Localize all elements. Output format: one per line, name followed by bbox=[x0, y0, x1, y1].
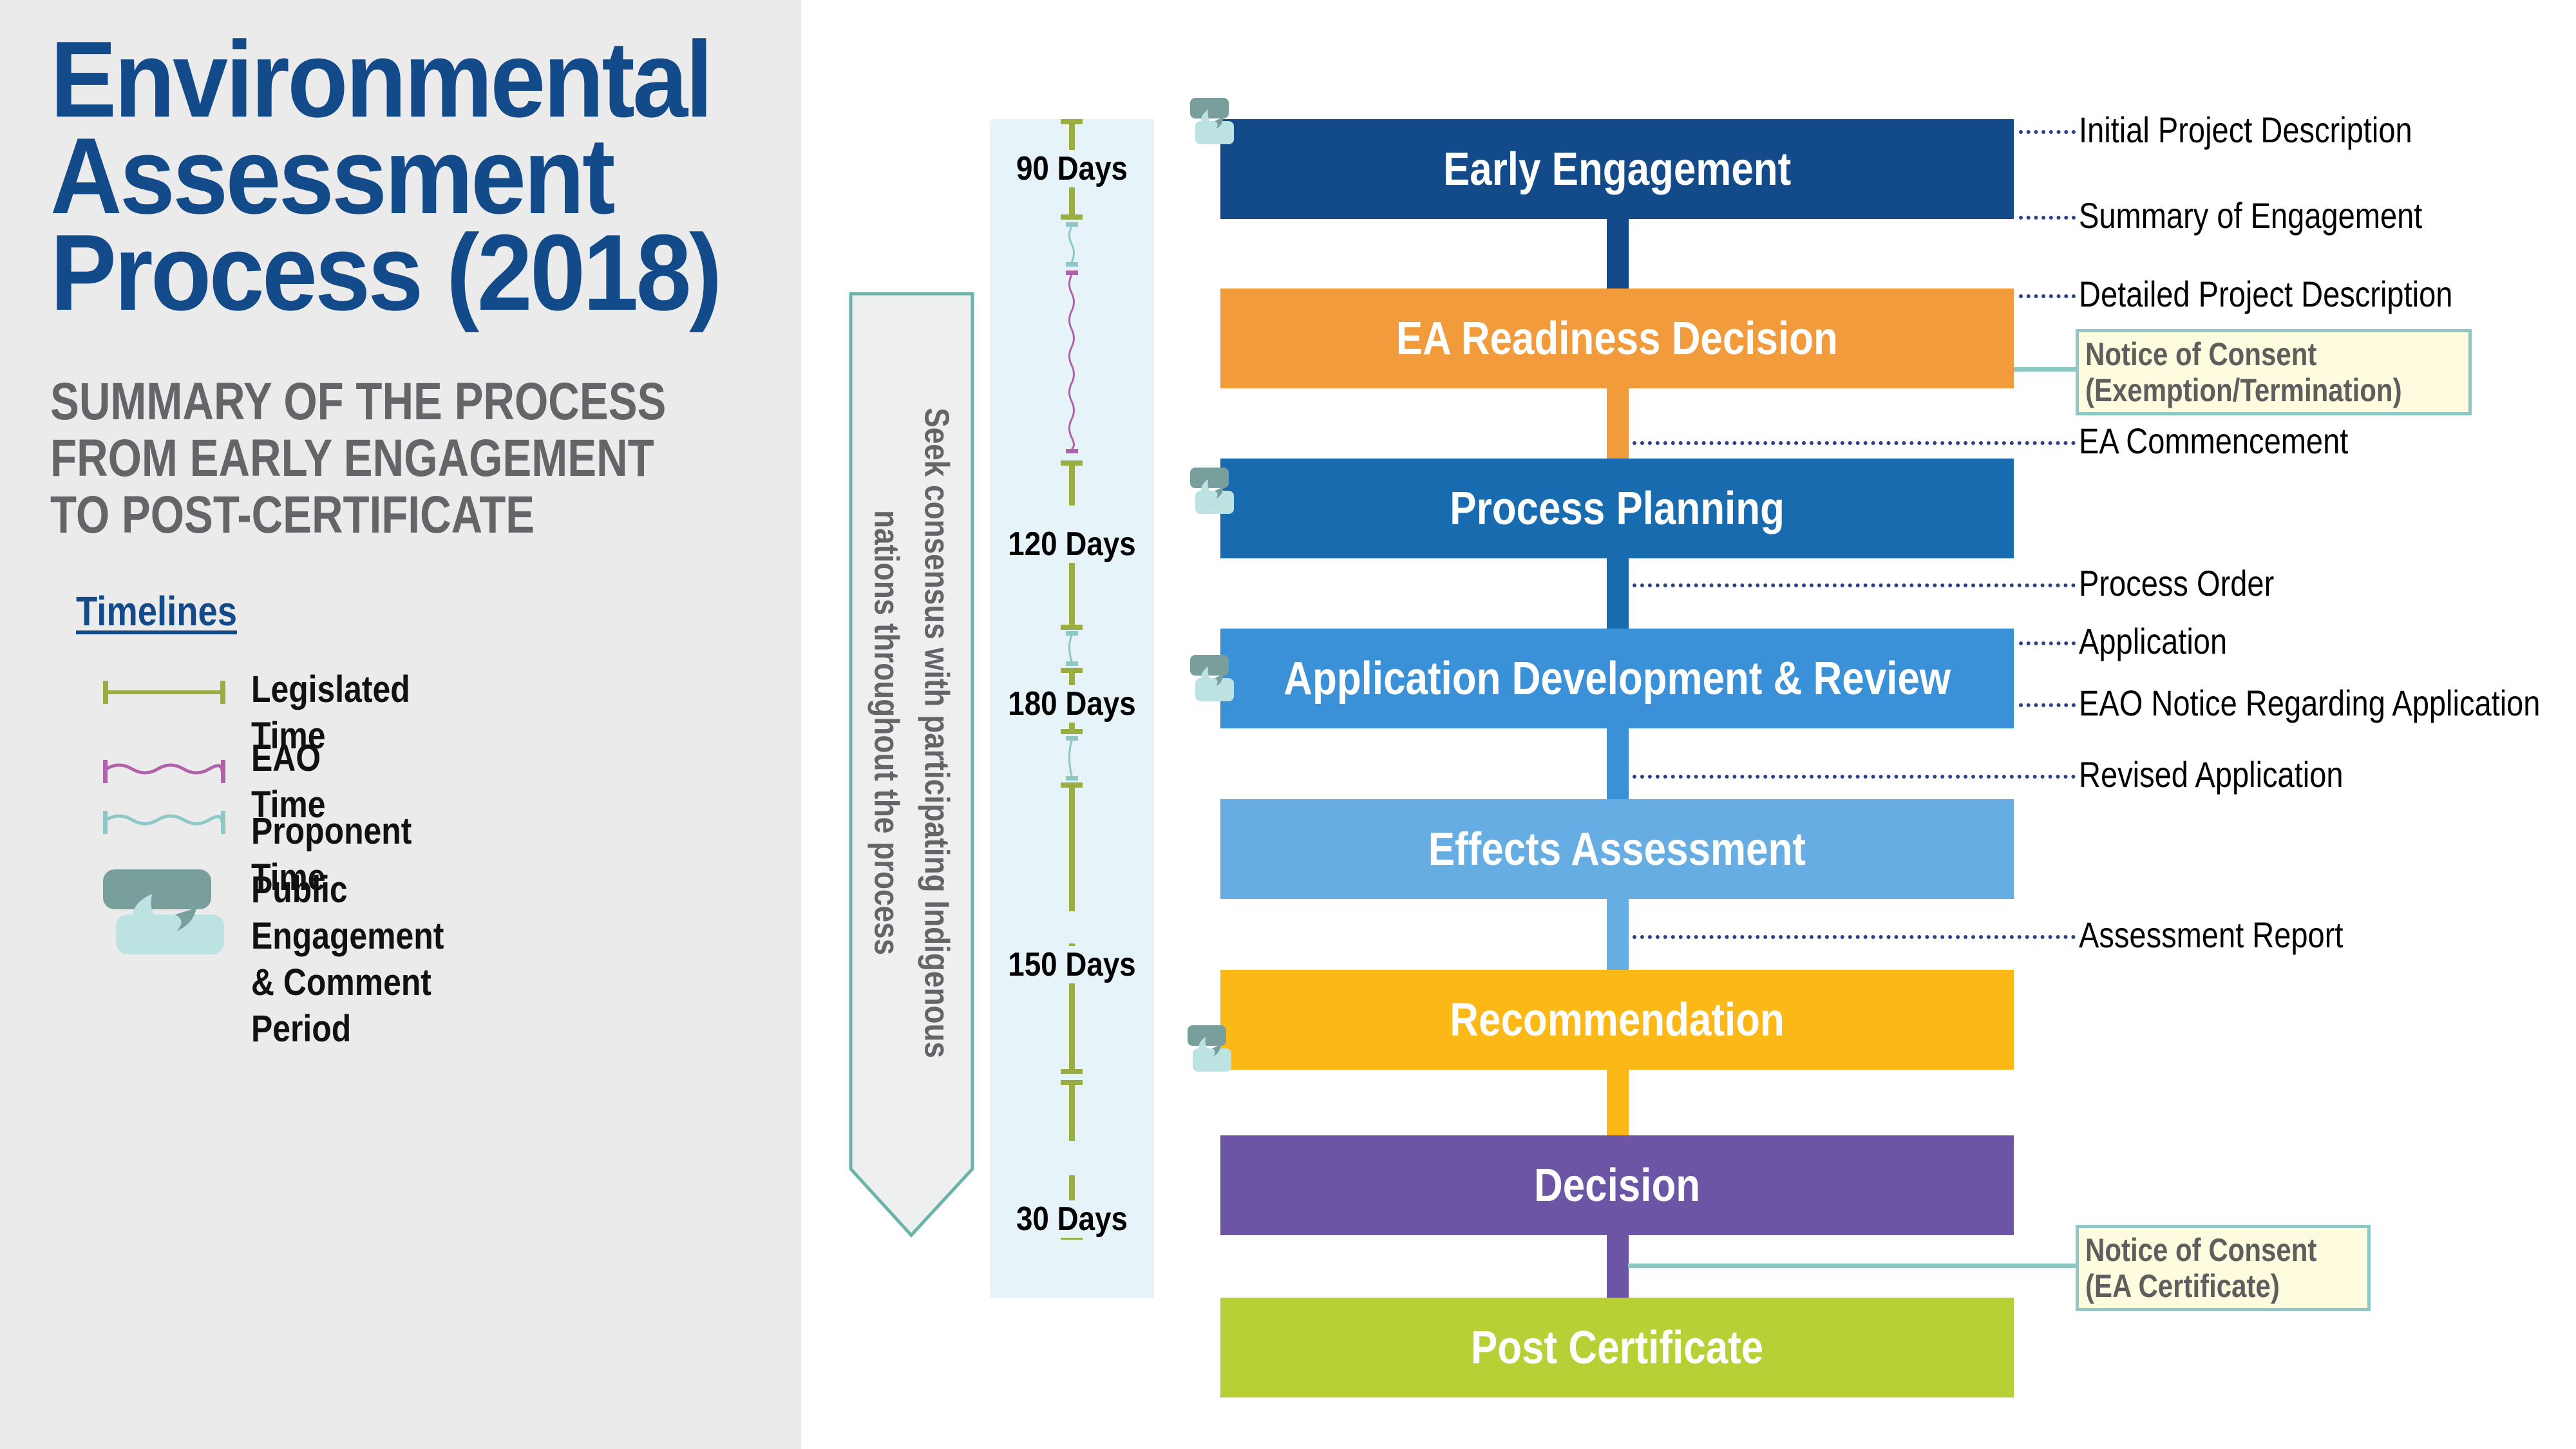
eao-time-wave-icon bbox=[1066, 270, 1078, 453]
output-label: Initial Project Description bbox=[2079, 109, 2412, 150]
output-label: Process Order bbox=[2079, 563, 2275, 603]
legislated-time-bar-icon bbox=[1061, 782, 1083, 1074]
notice-of-consent-exemption: Notice of Consent (Exemption/Termination) bbox=[2076, 329, 2472, 415]
output-label: Application bbox=[2079, 621, 2228, 661]
stage-ea-readiness-decision[interactable]: EA Readiness Decision bbox=[1220, 289, 2014, 388]
legend-heading: Timelines bbox=[76, 588, 237, 634]
dotted-leader-line bbox=[1633, 583, 2076, 587]
duration-label: 150 Days bbox=[1007, 946, 1137, 983]
legislated-time-bar-icon bbox=[103, 681, 225, 704]
stage-label: Application Development & Review bbox=[1283, 652, 1951, 705]
output-label: Assessment Report bbox=[2079, 914, 2344, 955]
speech-bubbles-icon bbox=[1188, 1025, 1231, 1072]
speech-bubbles-icon bbox=[103, 869, 224, 954]
proponent-time-wave-icon bbox=[1066, 631, 1078, 666]
duration-label: 30 Days bbox=[1015, 1200, 1129, 1238]
stage-post-certificate[interactable]: Post Certificate bbox=[1220, 1298, 2014, 1397]
speech-bubbles-icon bbox=[1190, 655, 1234, 701]
dotted-leader-line bbox=[1633, 935, 2076, 939]
stage-recommendation[interactable]: Recommendation bbox=[1220, 970, 2014, 1070]
stage-label: Recommendation bbox=[1450, 994, 1785, 1046]
dotted-leader-line bbox=[2019, 641, 2076, 645]
dotted-leader-line bbox=[2019, 294, 2076, 298]
stage-process-planning[interactable]: Process Planning bbox=[1220, 459, 2014, 558]
duration-label: 180 Days bbox=[1007, 685, 1137, 723]
stage-label: Decision bbox=[1533, 1159, 1701, 1211]
dotted-leader-line bbox=[2019, 703, 2076, 707]
notice-of-consent-certificate: Notice of Consent (EA Certificate) bbox=[2076, 1225, 2371, 1311]
output-label: Revised Application bbox=[2079, 754, 2344, 795]
stage-application-development-review[interactable]: Application Development & Review bbox=[1220, 629, 2014, 728]
output-label: Detailed Project Description bbox=[2079, 274, 2453, 314]
dotted-leader-line bbox=[2019, 216, 2076, 220]
stage-label: Effects Assessment bbox=[1428, 823, 1806, 875]
proponent-time-wave-icon bbox=[1066, 736, 1078, 781]
notice-connector-line bbox=[2014, 367, 2077, 372]
legend-label: Public Engagement & Comment Period bbox=[251, 869, 444, 1050]
banner-text-wrapper: Seek consensus with participating Indige… bbox=[849, 292, 974, 1174]
dotted-leader-line bbox=[2019, 130, 2076, 134]
duration-label: 90 Days bbox=[1015, 150, 1129, 187]
stage-label: Early Engagement bbox=[1443, 143, 1792, 195]
stage-decision[interactable]: Decision bbox=[1220, 1135, 2014, 1235]
proponent-time-wave-icon bbox=[1066, 222, 1078, 267]
output-label: Summary of Engagement bbox=[2079, 195, 2423, 236]
speech-bubbles-icon bbox=[1190, 98, 1234, 144]
eao-time-wave-icon bbox=[103, 760, 225, 783]
notice-connector-line bbox=[1628, 1264, 2077, 1268]
duration-label: 120 Days bbox=[1007, 526, 1137, 563]
stage-label: EA Readiness Decision bbox=[1396, 312, 1838, 365]
proponent-time-wave-icon bbox=[103, 811, 225, 834]
stage-early-engagement[interactable]: Early Engagement bbox=[1220, 119, 2014, 219]
stage-label: Post Certificate bbox=[1470, 1321, 1764, 1374]
page-title: Environmental Assessment Process (2018) bbox=[50, 19, 722, 333]
stage-label: Process Planning bbox=[1450, 482, 1785, 535]
page-subtitle: SUMMARY OF THE PROCESS FROM EARLY ENGAGE… bbox=[50, 372, 667, 544]
output-label: EAO Notice Regarding Application bbox=[2079, 683, 2541, 723]
output-label: EA Commencement bbox=[2079, 421, 2349, 461]
dotted-leader-line bbox=[1633, 441, 2076, 445]
speech-bubbles-icon bbox=[1190, 468, 1234, 514]
dotted-leader-line bbox=[1633, 775, 2076, 779]
banner-text: Seek consensus with participating Indige… bbox=[867, 408, 956, 1058]
stage-effects-assessment[interactable]: Effects Assessment bbox=[1220, 799, 2014, 899]
